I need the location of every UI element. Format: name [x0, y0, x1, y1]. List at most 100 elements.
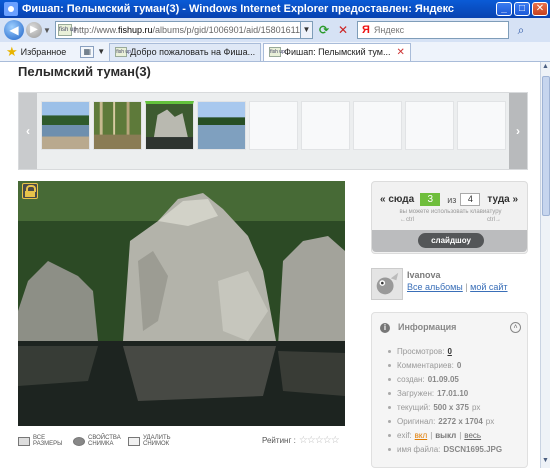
hint-right: ctrl→ [487, 217, 501, 223]
views-value[interactable]: 0 [447, 347, 451, 356]
uploaded-label: Загружен: [397, 388, 435, 398]
slideshow-button[interactable]: слайдшоу [418, 233, 484, 248]
tool-label: все размеры [33, 435, 63, 447]
sizes-icon [18, 436, 30, 446]
author-name: Ivanova [407, 270, 441, 280]
all-sizes-button[interactable]: все размеры [18, 435, 63, 447]
info-filename: имя файла: DSCN1695.JPG [397, 442, 502, 456]
vertical-scrollbar[interactable]: ▲ ▼ [540, 62, 550, 468]
nav-row: « сюда 3 из 4 туда » [380, 193, 518, 206]
url-dropdown-icon[interactable]: ▼ [301, 21, 313, 39]
url-prefix: http://www. [74, 25, 119, 35]
eye-icon [73, 436, 85, 446]
original-size-value: 2272 x 1704 [438, 416, 483, 426]
tab-welcome[interactable]: fish up Добро пожаловать на Фиша... [109, 42, 262, 61]
maximize-button[interactable]: □ [514, 2, 530, 16]
thumbnail-3-selected[interactable] [145, 101, 194, 150]
total-photos: 4 [460, 193, 481, 206]
info-current-size: текущий: 500 x 375 px [397, 400, 502, 414]
fishup-favicon: fish up [58, 24, 77, 36]
tool-label: удалить снимок [143, 435, 171, 447]
info-icon: i [380, 323, 390, 333]
page-title: Пелымский туман(3) [18, 64, 151, 79]
rating-stars[interactable]: ☆☆☆☆☆ [299, 435, 340, 446]
quick-tabs-icon[interactable]: ▦ [80, 45, 95, 58]
collapse-icon[interactable]: ˄ [510, 322, 521, 333]
url-domain: fishup.ru [118, 25, 153, 35]
thumbnail-empty [353, 101, 402, 150]
created-value: 01.09.05 [427, 374, 459, 384]
delete-icon [128, 436, 140, 446]
filmstrip-prev-button[interactable]: ‹ [19, 93, 37, 169]
exif-separator: | [430, 430, 433, 440]
tab-list-dropdown-icon[interactable]: ▼ [97, 47, 105, 56]
keyboard-shortcuts: ←ctrl ctrl→ [380, 217, 521, 223]
nav-of-label: из [447, 194, 457, 205]
next-photo-link[interactable]: туда » [487, 194, 518, 205]
prev-photo-link[interactable]: « сюда [380, 194, 414, 205]
thumbnail-4[interactable] [197, 101, 246, 150]
thumbnail-empty [405, 101, 454, 150]
tool-label: свойства снимка [88, 435, 121, 447]
forward-button[interactable]: ▶ [26, 22, 42, 38]
stop-icon[interactable]: ✕ [335, 22, 351, 38]
current-size-value: 500 x 375 [433, 402, 469, 412]
exif-off-option[interactable]: выкл [435, 431, 456, 440]
thumbnail-empty [457, 101, 506, 150]
rating-label: Рейтинг : [262, 436, 296, 445]
current-size-label: текущий: [397, 402, 431, 412]
window-title: Фишап: Пелымский туман(3) - Windows Inte… [22, 3, 455, 15]
scroll-down-icon[interactable]: ▼ [541, 457, 550, 467]
window-titlebar: Фишап: Пелымский туман(3) - Windows Inte… [0, 0, 550, 18]
scrollbar-thumb[interactable] [542, 76, 550, 216]
link-separator: | [465, 282, 468, 292]
info-original-size: Оригинал: 2272 x 1704 px [397, 414, 502, 428]
address-bar: ◀ ▶ ▼ fish up http://www. fishup.ru/album… [0, 18, 550, 42]
favorites-button[interactable]: Избранное [21, 47, 67, 57]
my-site-link[interactable]: мой сайт [470, 282, 507, 292]
uploaded-value: 17.01.10 [437, 388, 469, 398]
url-field[interactable]: fish up http://www. fishup.ru/albums/p/gi… [55, 21, 301, 39]
search-placeholder: Яндекс [373, 25, 405, 35]
minimize-button[interactable]: _ [496, 2, 512, 16]
tab-current[interactable]: fish up Фишап: Пелымский тум... ✕ [263, 42, 411, 61]
main-photo[interactable] [18, 181, 345, 426]
info-uploaded: Загружен: 17.01.10 [397, 386, 502, 400]
filmstrip-next-button[interactable]: › [509, 93, 527, 169]
all-albums-link[interactable]: Все альбомы [407, 282, 463, 292]
search-input[interactable]: Я Яндекс [357, 21, 509, 39]
url-path: /albums/p/gid/1006901/aid/15801611/lid/5… [152, 25, 301, 35]
filename-label: имя файла: [397, 444, 441, 454]
tab-label: Добро пожаловать на Фиша... [130, 47, 256, 57]
search-icon[interactable]: ⌕ [512, 21, 530, 39]
scroll-up-icon[interactable]: ▲ [541, 63, 550, 73]
photo-tools: все размеры свойства снимка удалить сним… [18, 435, 183, 447]
hint-left: ←ctrl [400, 217, 414, 223]
refresh-icon[interactable]: ⟳ [316, 22, 332, 38]
info-panel: i Информация ˄ Просмотров: 0 Комментарие… [371, 312, 528, 468]
tab-close-icon[interactable]: ✕ [396, 47, 404, 58]
photo-properties-button[interactable]: свойства снимка [73, 435, 121, 447]
comments-label: Комментариев: [397, 360, 454, 370]
exif-all-link[interactable]: весь [464, 431, 481, 440]
avatar[interactable] [371, 268, 403, 300]
exif-label: exif: [397, 430, 412, 440]
history-dropdown-icon[interactable]: ▼ [43, 26, 51, 35]
tab-row: ★ Избранное ▦ ▼ fish up Добро пожаловать… [0, 42, 550, 62]
exif-on-link[interactable]: вкл [415, 431, 428, 440]
comments-value: 0 [456, 360, 462, 370]
favorites-star-icon[interactable]: ★ [6, 44, 18, 60]
views-label: Просмотров: [397, 346, 445, 356]
close-window-button[interactable]: ✕ [532, 2, 548, 16]
back-button[interactable]: ◀ [4, 20, 24, 40]
rating: Рейтинг : ☆☆☆☆☆ [262, 435, 340, 446]
info-comments: Комментариев: 0 [397, 358, 502, 372]
delete-photo-button[interactable]: удалить снимок [128, 435, 171, 447]
size-unit: px [471, 402, 481, 412]
info-views: Просмотров: 0 [397, 344, 502, 358]
current-photo-number: 3 [420, 193, 441, 206]
lock-icon [22, 183, 38, 199]
thumbnail-2[interactable] [93, 101, 142, 150]
thumbnail-1[interactable] [41, 101, 90, 150]
thumbnail-empty [249, 101, 298, 150]
